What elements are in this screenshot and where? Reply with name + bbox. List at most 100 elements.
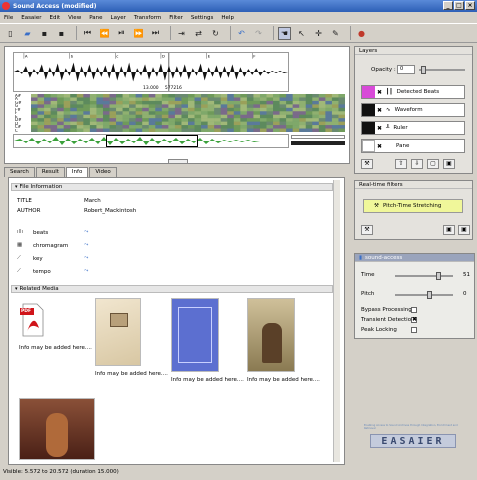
filter-remove-button[interactable]: ▣ xyxy=(458,225,470,235)
layer-color-swatch[interactable] xyxy=(362,122,375,134)
link-icon[interactable]: ⤳ xyxy=(84,229,88,236)
chroma-cell xyxy=(102,97,110,102)
visibility-toggle-icon[interactable]: ✖ xyxy=(377,143,382,150)
layer-delete-button[interactable]: ▣ xyxy=(443,159,455,169)
link-icon[interactable]: ⤳ xyxy=(84,255,88,262)
redo-icon[interactable]: ↷ xyxy=(252,27,265,40)
forward-end-icon[interactable]: ⏭ xyxy=(149,27,162,40)
navigate-icon[interactable]: ☚ xyxy=(278,26,291,40)
visibility-toggle-icon[interactable]: ✖ xyxy=(377,107,382,114)
chroma-cell xyxy=(116,107,123,112)
menu-settings[interactable]: Settings xyxy=(191,15,214,21)
opacity-spinbox[interactable]: 0 xyxy=(397,65,415,74)
pane-splitter[interactable] xyxy=(168,159,188,164)
layer-row-pane[interactable]: ✖ Pane xyxy=(361,139,465,153)
save-icon[interactable]: ▪ xyxy=(38,27,51,40)
loop-icon[interactable]: ⇄ xyxy=(192,27,205,40)
rewind-icon[interactable]: ⏪ xyxy=(98,27,111,40)
chroma-cell xyxy=(37,111,45,115)
info-vertical-scrollbar[interactable] xyxy=(333,180,340,462)
draw-icon[interactable]: ✎ xyxy=(329,27,342,40)
record-icon[interactable]: ↻ xyxy=(209,27,222,40)
tab-video[interactable]: Video xyxy=(89,167,117,177)
collapse-arrow-icon[interactable]: ▾ xyxy=(15,286,18,292)
rewind-start-icon[interactable]: ⏮ xyxy=(81,27,94,40)
chromagram-grid[interactable] xyxy=(31,94,345,132)
time-slider-knob[interactable] xyxy=(435,272,441,280)
time-slider[interactable] xyxy=(395,272,453,280)
overview-selection[interactable] xyxy=(106,135,198,147)
opacity-slider-knob[interactable] xyxy=(421,66,426,74)
tab-result[interactable]: Result xyxy=(35,167,65,177)
manuscript-thumbnail[interactable] xyxy=(95,298,141,366)
maximize-button[interactable]: □ xyxy=(454,1,464,10)
vertical-zoom-area[interactable] xyxy=(289,52,344,92)
violin-cover-thumbnail[interactable] xyxy=(19,398,95,460)
waveform-view[interactable]: Ab c D E F 13.000 577216 xyxy=(13,52,289,92)
select-mode-icon[interactable]: ⇥ xyxy=(175,27,188,40)
score-cover-thumbnail[interactable] xyxy=(171,298,219,372)
menu-transform[interactable]: Transform xyxy=(134,15,161,21)
visibility-toggle-icon[interactable]: ✖ xyxy=(377,89,382,96)
filter-delete-button[interactable]: ▣ xyxy=(443,225,455,235)
layer-up-button[interactable]: ⇧ xyxy=(395,159,407,169)
layer-down-button[interactable]: ⇩ xyxy=(411,159,423,169)
pitch-slider[interactable] xyxy=(395,291,453,299)
open-icon[interactable]: ▰ xyxy=(21,27,34,40)
move-icon[interactable]: ✛ xyxy=(312,27,325,40)
chroma-cell xyxy=(148,94,156,98)
menu-layer[interactable]: Layer xyxy=(111,15,126,21)
related-media-header[interactable]: ▾ Related Media xyxy=(11,285,333,293)
menu-easaier[interactable]: Easaier xyxy=(21,15,41,21)
layer-color-swatch[interactable] xyxy=(362,104,375,116)
link-icon[interactable]: ⤳ xyxy=(84,242,88,249)
menu-view[interactable]: View xyxy=(68,15,81,21)
fast-forward-icon[interactable]: ⏩ xyxy=(132,27,145,40)
audio-pane[interactable]: Ab c D E F 13.000 577216 A# A G# G F# F E D# D C# C xyxy=(4,46,350,164)
chroma-cell xyxy=(31,125,38,129)
select-icon[interactable]: ↖ xyxy=(295,27,308,40)
opacity-slider[interactable] xyxy=(419,66,465,74)
chroma-cell xyxy=(312,94,320,98)
chromagram-view[interactable]: A# A G# G F# F E D# D C# C xyxy=(13,94,345,132)
layer-add-button[interactable]: ▢ xyxy=(427,159,439,169)
file-information-header[interactable]: ▾ File Information xyxy=(11,183,333,191)
menu-help[interactable]: Help xyxy=(221,15,234,21)
sound-access-title[interactable]: ▮ sound-access xyxy=(355,254,474,262)
menu-filter[interactable]: Filter xyxy=(169,15,183,21)
celtic-memories-thumbnail[interactable] xyxy=(247,298,295,372)
menu-pane[interactable]: Pane xyxy=(89,15,102,21)
layer-color-swatch[interactable] xyxy=(362,140,375,152)
window-titlebar[interactable]: Sound Access (modified) _ □ × xyxy=(0,0,477,12)
transient-detection-checkbox[interactable]: ✖ xyxy=(411,317,417,323)
color-wheel-icon[interactable]: ● xyxy=(355,27,368,40)
layer-row-ruler[interactable]: ✖ ╨ Ruler xyxy=(361,121,465,135)
pitch-slider-knob[interactable] xyxy=(427,291,433,299)
pdf-thumbnail[interactable]: PDF xyxy=(19,302,47,338)
collapse-arrow-icon[interactable]: ▾ xyxy=(15,184,18,190)
tab-search[interactable]: Search xyxy=(4,167,35,177)
new-file-icon[interactable]: ▯ xyxy=(4,27,17,40)
overview-waveform[interactable] xyxy=(13,134,289,148)
chroma-cell xyxy=(214,125,221,129)
menu-file[interactable]: File xyxy=(4,15,13,21)
play-icon[interactable]: ⏯ xyxy=(115,27,128,40)
close-button[interactable]: × xyxy=(465,1,475,10)
filter-item[interactable]: ⚒ Pitch-Time Stretching xyxy=(363,199,463,213)
menu-edit[interactable]: Edit xyxy=(49,15,60,21)
layer-row-waveform[interactable]: ✖ ∿ Waveform xyxy=(361,103,465,117)
layer-row-detected-beats[interactable]: ✖ ┃┃ Detected Beats xyxy=(361,85,465,99)
layer-settings-button[interactable]: ⚒ xyxy=(361,159,373,169)
tab-info[interactable]: Info xyxy=(65,167,89,177)
filter-settings-icon[interactable]: ⚒ xyxy=(374,203,379,209)
save-as-icon[interactable]: ▪ xyxy=(55,27,68,40)
bypass-processing-checkbox[interactable] xyxy=(411,307,417,313)
filter-settings-button[interactable]: ⚒ xyxy=(361,225,373,235)
chroma-cell xyxy=(122,104,130,109)
visibility-toggle-icon[interactable]: ✖ xyxy=(377,125,382,132)
link-icon[interactable]: ⤳ xyxy=(84,268,88,275)
peak-locking-checkbox[interactable] xyxy=(411,327,417,333)
minimize-button[interactable]: _ xyxy=(443,1,453,10)
layer-color-swatch[interactable] xyxy=(362,86,375,98)
undo-icon[interactable]: ↶ xyxy=(235,27,248,40)
